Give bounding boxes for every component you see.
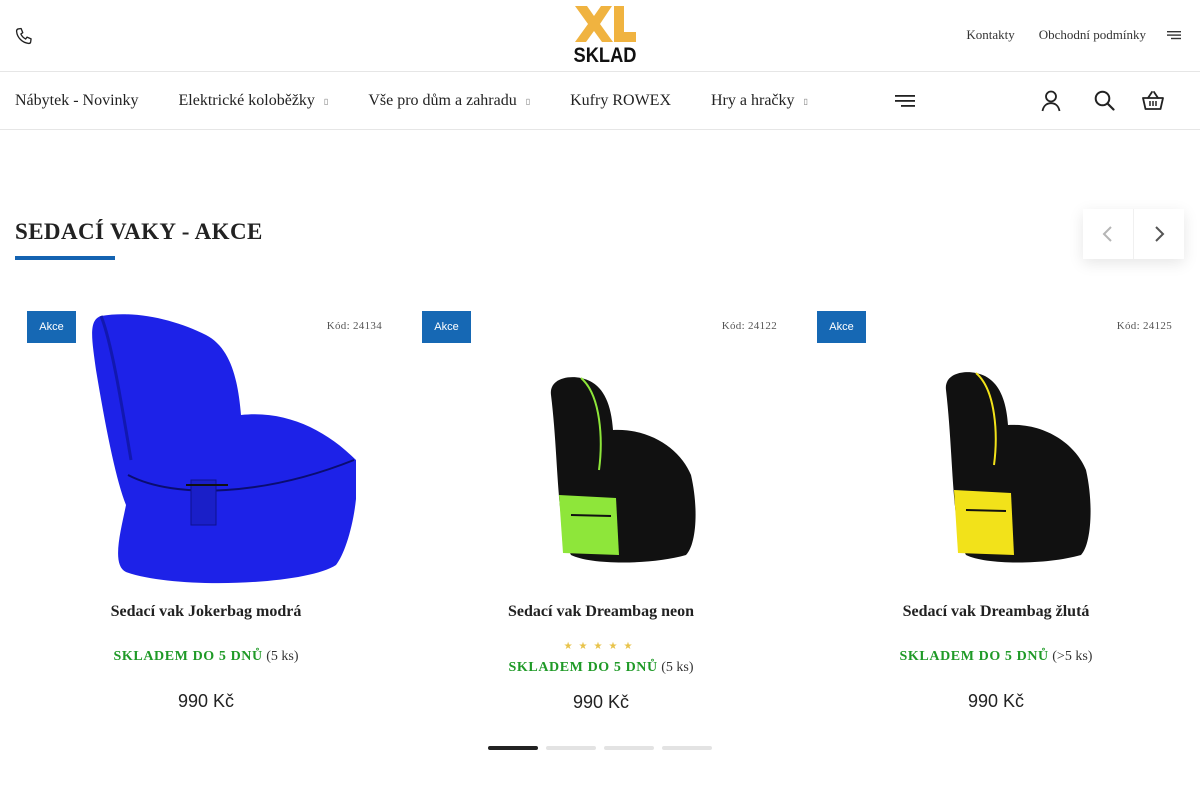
more-categories-icon[interactable] <box>895 93 915 109</box>
chevron-left-icon <box>1102 226 1112 242</box>
product-name[interactable]: Sedací vak Dreambag žlutá <box>806 603 1186 621</box>
nav-item-hry-a-hracky[interactable]: Hry a hračky ▯ <box>711 92 808 110</box>
nav-item-label: Kufry ROWEX <box>570 92 671 109</box>
product-code: Kód: 24125 <box>1116 320 1172 332</box>
nav-item-label: Hry a hračky <box>711 92 795 109</box>
product-price: 990 Kč <box>572 692 630 712</box>
terms-link[interactable]: Obchodní podmínky <box>1039 27 1146 43</box>
product-pocket <box>559 495 619 555</box>
pager-dot[interactable] <box>488 746 538 750</box>
search-icon[interactable] <box>1094 90 1115 111</box>
carousel-pager <box>488 746 712 750</box>
menu-icon[interactable] <box>1167 29 1181 41</box>
product-card[interactable]: Akce Kód: 24122 Sedací vak Dreambag neon… <box>411 305 791 725</box>
logo-text: SKLAD <box>574 44 637 64</box>
stock-count: (>5 ks) <box>1052 649 1093 664</box>
main-navigation: Nábytek - Novinky Elektrické koloběžky ▯… <box>0 72 1200 130</box>
nav-item-label: Nábytek - Novinky <box>15 92 139 109</box>
stock-status: SKLADEM DO 5 DNŮ <box>113 649 263 664</box>
product-card[interactable]: Akce Kód: 24125 Sedací vak Dreambag žlut… <box>806 305 1186 725</box>
phone-icon[interactable] <box>14 26 34 46</box>
chevron-right-icon <box>1154 226 1164 242</box>
contacts-link[interactable]: Kontakty <box>966 27 1014 43</box>
nav-item-vse-pro-dum[interactable]: Vše pro dům a zahradu ▯ <box>368 92 530 110</box>
nav-item-label: Elektrické koloběžky <box>178 92 315 109</box>
stock-status: SKLADEM DO 5 DNŮ <box>899 649 1049 664</box>
nav-item-nabytek-novinky[interactable]: Nábytek - Novinky <box>15 92 139 110</box>
sale-badge: Akce <box>27 311 76 343</box>
product-card[interactable]: Akce Kód: 24134 Sedací vak Jokerbag modr… <box>16 305 396 725</box>
cart-icon[interactable] <box>1142 90 1164 111</box>
carousel-next-button[interactable] <box>1133 209 1183 259</box>
pager-dot[interactable] <box>546 746 596 750</box>
chevron-down-icon: ▯ <box>803 96 808 106</box>
top-links: Kontakty Obchodní podmínky <box>966 27 1146 43</box>
nav-item-kufry-rowex[interactable]: Kufry ROWEX <box>570 92 671 110</box>
product-zipper <box>570 514 612 517</box>
product-pocket <box>954 490 1014 555</box>
product-pocket <box>190 479 217 526</box>
carousel-prev-button[interactable] <box>1083 209 1133 259</box>
nav-items: Nábytek - Novinky Elektrické koloběžky ▯… <box>15 72 848 130</box>
nav-item-label: Vše pro dům a zahradu <box>368 92 517 109</box>
product-image[interactable] <box>56 310 356 585</box>
product-zipper <box>965 509 1007 512</box>
sale-badge: Akce <box>817 311 866 343</box>
stock-info: SKLADEM DO 5 DNŮ (5 ks) <box>16 649 396 665</box>
product-shape <box>92 314 356 584</box>
product-code: Kód: 24122 <box>721 320 777 332</box>
carousel-arrows <box>1083 209 1184 259</box>
product-code: Kód: 24134 <box>326 320 382 332</box>
product-name[interactable]: Sedací vak Dreambag neon <box>411 603 791 621</box>
stock-info: SKLADEM DO 5 DNŮ (5 ks) <box>411 660 791 676</box>
title-underline <box>15 256 115 260</box>
chevron-down-icon: ▯ <box>323 96 329 106</box>
chevron-down-icon: ▯ <box>525 96 531 106</box>
stock-count: (5 ks) <box>661 660 694 675</box>
stock-info: SKLADEM DO 5 DNŮ (>5 ks) <box>806 649 1186 665</box>
stock-status: SKLADEM DO 5 DNŮ <box>508 660 658 675</box>
xlsklad-logo[interactable]: SKLAD <box>572 4 638 64</box>
product-name[interactable]: Sedací vak Jokerbag modrá <box>16 603 396 621</box>
rating-stars: ★★★★★ <box>563 641 639 652</box>
stock-count: (5 ks) <box>266 649 299 664</box>
product-image[interactable] <box>451 310 751 585</box>
sale-badge: Akce <box>422 311 471 343</box>
user-icon[interactable] <box>1041 90 1061 112</box>
pager-dot[interactable] <box>604 746 654 750</box>
pager-dot[interactable] <box>662 746 712 750</box>
product-price: 990 Kč <box>967 691 1025 711</box>
product-price: 990 Kč <box>177 691 235 711</box>
product-image[interactable] <box>846 310 1146 585</box>
nav-item-elektricke-kolobezky[interactable]: Elektrické koloběžky ▯ <box>179 92 329 110</box>
section-title: SEDACÍ VAKY - AKCE <box>15 219 263 244</box>
top-bar: SKLAD Kontakty Obchodní podmínky <box>0 0 1200 72</box>
